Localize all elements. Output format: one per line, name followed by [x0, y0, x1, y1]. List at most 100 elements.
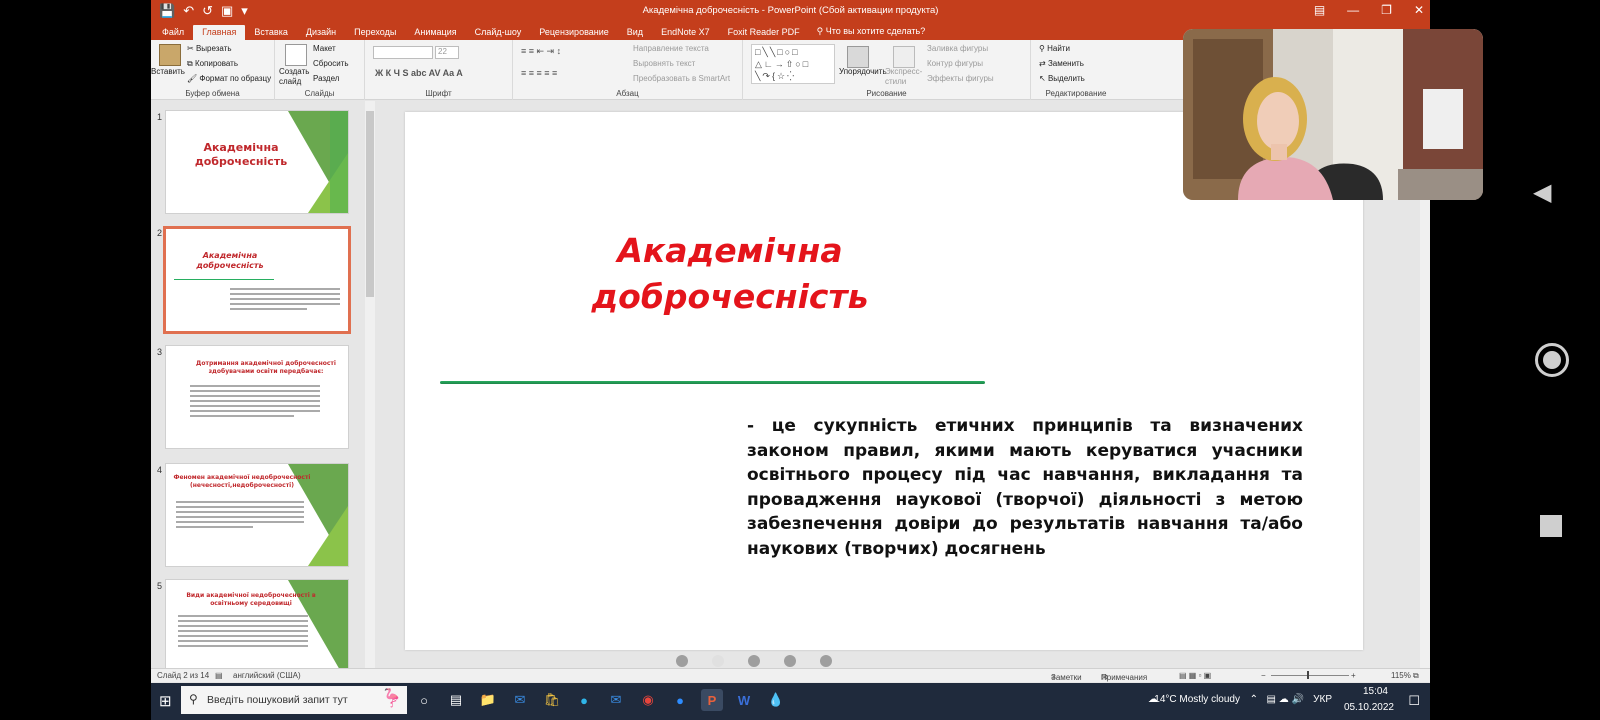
fit-slide-icon[interactable]: ⧉ [1413, 671, 1419, 681]
font-group-label: Шрифт [425, 89, 452, 98]
thumbnail-divider [174, 279, 274, 280]
thumbnail-preview[interactable]: Академічна доброчесність [165, 110, 349, 214]
recent-apps-icon[interactable] [1540, 515, 1562, 537]
slide-body-text[interactable]: - це сукупність етичних принципів та виз… [747, 414, 1303, 561]
text-direction-button[interactable]: Направление текста [633, 44, 709, 53]
shape-outline-button[interactable]: Контур фигуры [927, 59, 983, 68]
section-button[interactable]: Раздел [313, 74, 339, 83]
clock-time[interactable]: 15:04 [1363, 686, 1388, 697]
taskbar-search-box[interactable]: ⚲ Введіть пошуковий запит тут 🦩 [181, 686, 407, 714]
shape-effects-button[interactable]: Эффекты фигуры [927, 74, 994, 83]
tab-endnote[interactable]: EndNote X7 [652, 27, 719, 40]
notifications-icon[interactable]: ☐ [1408, 693, 1420, 709]
arrange-button[interactable]: Упорядочить [839, 67, 887, 76]
zoom-slider[interactable] [1271, 675, 1349, 676]
slides-group-label: Слайды [304, 89, 335, 98]
zoom-slider-thumb[interactable] [1307, 671, 1309, 679]
scrollbar-thumb[interactable] [366, 111, 374, 297]
tab-file[interactable]: Файл [153, 27, 193, 40]
thumbnail-number: 3 [157, 347, 163, 357]
format-painter-button[interactable]: 🖌 Формат по образцу [187, 74, 271, 83]
tab-home[interactable]: Главная [193, 25, 246, 40]
smartart-button[interactable]: Преобразовать в SmartArt [633, 74, 730, 83]
font-size-input[interactable]: 22 [435, 46, 459, 59]
slide-title[interactable]: Академічна доброчесність [545, 228, 915, 320]
weather-text[interactable]: 14°C Mostly cloudy [1154, 694, 1240, 705]
paste-icon[interactable] [159, 44, 181, 66]
tab-slideshow[interactable]: Слайд-шоу [466, 27, 531, 40]
slides-group: Создать слайд Макет Сбросить Раздел Слай… [275, 40, 365, 100]
thumbnail-preview[interactable]: Дотримання академічної доброчесності здо… [165, 345, 349, 449]
layout-button[interactable]: Макет [313, 44, 336, 53]
ribbon-display-icon[interactable]: ▤ [1314, 3, 1325, 17]
tab-transitions[interactable]: Переходы [345, 27, 405, 40]
mail-icon[interactable]: ✉ [509, 689, 531, 711]
zoom-out-icon[interactable]: − [1261, 671, 1266, 680]
outlook-icon[interactable]: ✉ [605, 689, 627, 711]
paste-button[interactable]: Вставить [151, 67, 185, 76]
edge-icon[interactable]: ● [573, 689, 595, 711]
store-icon[interactable]: 🛍 [541, 689, 563, 711]
widgets-icon[interactable]: ▤ [445, 689, 467, 711]
reset-button[interactable]: Сбросить [313, 59, 349, 68]
shape-fill-button[interactable]: Заливка фигуры [927, 44, 988, 53]
tab-insert[interactable]: Вставка [245, 27, 296, 40]
spellcheck-icon[interactable]: ▤ [215, 671, 223, 680]
windows-start-icon[interactable]: ⊞ [159, 692, 172, 710]
cut-button[interactable]: ✂ Вырезать [187, 44, 232, 53]
powerpoint-icon[interactable]: P [701, 689, 723, 711]
replace-button[interactable]: ⇄ Заменить [1039, 59, 1084, 68]
shapes-gallery[interactable]: □╲╲□○□ △∟→⇧○□ ╲↷{☆⁛ [751, 44, 835, 84]
maximize-icon[interactable]: ❐ [1381, 3, 1392, 17]
close-icon[interactable]: ✕ [1414, 3, 1424, 17]
page-dot[interactable] [820, 655, 832, 667]
tray-icons[interactable]: ▤ ☁ 🔊 [1267, 694, 1304, 705]
quick-styles-icon[interactable] [893, 46, 915, 68]
chrome-icon[interactable]: ◉ [637, 689, 659, 711]
page-dot[interactable] [676, 655, 688, 667]
tab-view[interactable]: Вид [618, 27, 652, 40]
language-indicator[interactable]: английский (США) [233, 671, 301, 680]
font-name-input[interactable] [373, 46, 433, 59]
find-button[interactable]: ⚲ Найти [1039, 44, 1070, 53]
thumbnail-preview[interactable]: Феномен академічної недоброчесності (неч… [165, 463, 349, 567]
page-dot-current[interactable] [712, 655, 724, 667]
page-dot[interactable] [748, 655, 760, 667]
chevron-up-icon[interactable]: ⌃ [1250, 694, 1258, 705]
thumbnail-preview[interactable]: Види академічної недоброчесності в освіт… [165, 579, 349, 669]
font-group: 22 Ж К Ч S abc AV Aa A Шрифт [365, 40, 513, 100]
tab-review[interactable]: Рецензирование [530, 27, 618, 40]
copy-button[interactable]: ⧉ Копировать [187, 59, 238, 69]
select-button[interactable]: ↖ Выделить [1039, 74, 1085, 83]
tab-foxit[interactable]: Foxit Reader PDF [719, 27, 809, 40]
tab-animations[interactable]: Анимация [405, 27, 465, 40]
keyboard-language[interactable]: УКР [1313, 694, 1332, 705]
word-icon[interactable]: W [733, 689, 755, 711]
paint-icon[interactable]: 💧 [765, 689, 787, 711]
align-text-button[interactable]: Выровнять текст [633, 59, 695, 68]
task-view-icon[interactable]: ○ [413, 689, 435, 711]
thumbnail-title: Види академічної недоброчесності в освіт… [186, 592, 316, 607]
file-explorer-icon[interactable]: 📁 [477, 689, 499, 711]
tab-design[interactable]: Дизайн [297, 27, 345, 40]
minimize-icon[interactable]: — [1347, 3, 1359, 17]
window-title: Академічна доброчесність - PowerPoint (С… [642, 5, 939, 16]
align-buttons[interactable]: ≡ ≡ ≡ ≡ ≡ [521, 68, 557, 78]
thumbnail-preview-selected[interactable]: Академічна доброчесність [163, 226, 351, 334]
font-format-buttons[interactable]: Ж К Ч S abc AV Aa A [375, 68, 463, 78]
new-slide-icon[interactable] [285, 44, 307, 66]
view-buttons[interactable]: ▤ ▦ ▫ ▣ [1179, 671, 1211, 680]
zoom-in-icon[interactable]: + [1351, 671, 1356, 680]
home-button-icon[interactable] [1535, 343, 1569, 377]
page-dot[interactable] [784, 655, 796, 667]
zoom-level[interactable]: 115% [1391, 671, 1411, 680]
clock-date[interactable]: 05.10.2022 [1344, 702, 1394, 713]
tell-me-box[interactable]: ⚲ Что вы хотите сделать? [809, 26, 934, 40]
quick-styles-button[interactable]: Экспресс-стили [885, 67, 925, 87]
arrange-icon[interactable] [847, 46, 869, 68]
flamingo-icon: 🦩 [380, 688, 403, 708]
back-arrow-icon[interactable]: ◀ [1533, 178, 1551, 207]
thumbnail-pane-scrollbar[interactable] [365, 101, 375, 668]
zoom-icon[interactable]: ● [669, 689, 691, 711]
list-buttons[interactable]: ≡ ≡ ⇤ ⇥ ↕ [521, 46, 561, 57]
